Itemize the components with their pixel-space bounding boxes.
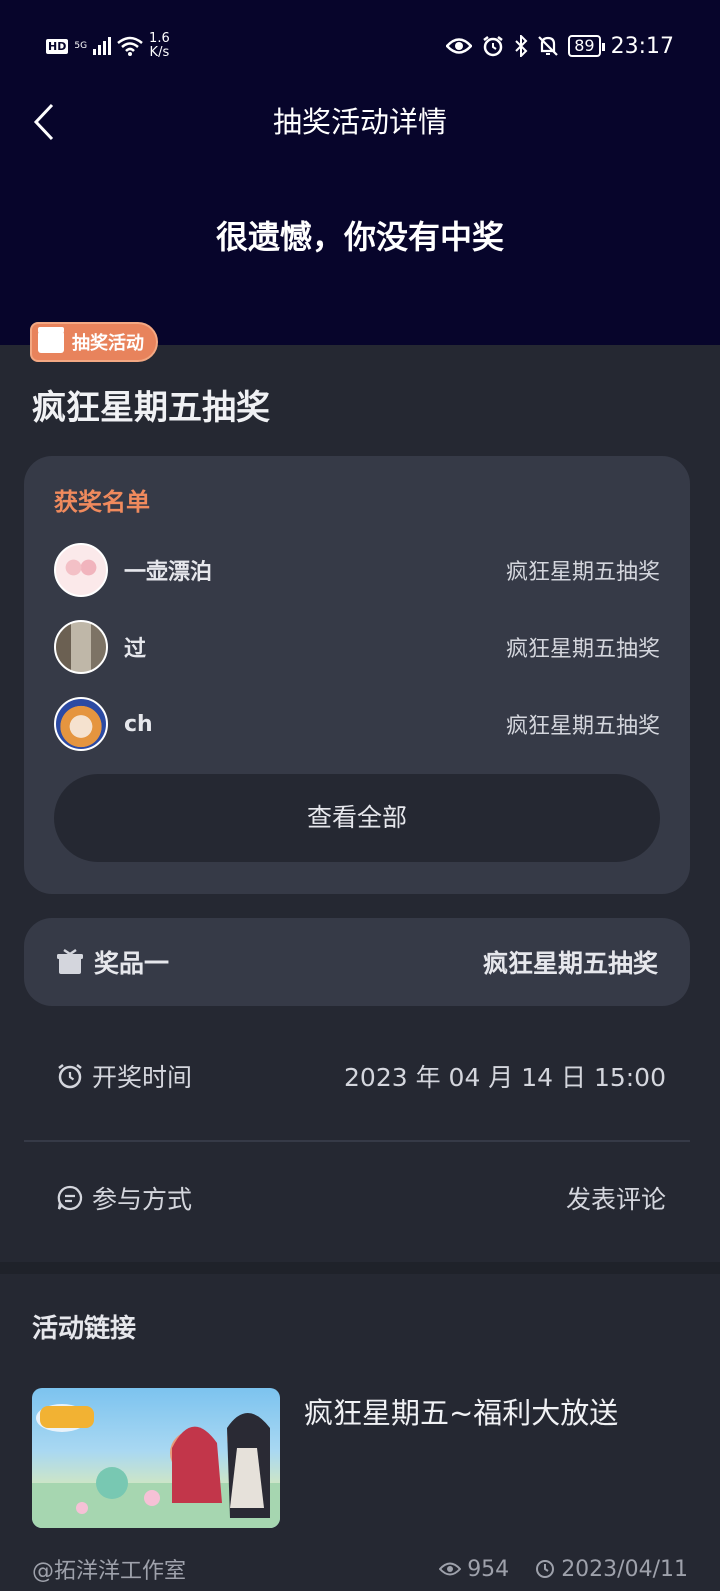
divider xyxy=(24,1140,690,1142)
winner-prize: 疯狂星期五抽奖 xyxy=(505,560,660,585)
game-art-image xyxy=(32,1404,280,1528)
alarm-icon xyxy=(483,36,503,57)
section-separator xyxy=(0,1262,720,1274)
winner-row[interactable]: ch 疯狂星期五抽奖 xyxy=(54,696,660,752)
participation-value: 发表评论 xyxy=(565,1185,666,1214)
view-all-button[interactable]: 查看全部 xyxy=(54,774,660,862)
views-count: 954 xyxy=(467,1556,510,1582)
activity-badge-label: 抽奖活动 xyxy=(72,333,144,354)
avatar[interactable] xyxy=(54,697,108,751)
network-speed: 1.6 K/s xyxy=(149,32,170,60)
views-stat: 954 xyxy=(439,1557,509,1582)
status-bar: HD 5G 1.6 K/s 89 23:17 xyxy=(0,28,720,64)
winners-heading: 获奖名单 xyxy=(54,488,150,516)
status-bar-right: 89 23:17 xyxy=(446,28,674,64)
status-bar-left: HD 5G 1.6 K/s xyxy=(46,28,170,64)
participation-label: 参与方式 xyxy=(92,1185,193,1214)
back-button[interactable] xyxy=(26,100,62,144)
gift-icon xyxy=(38,327,64,353)
wifi-icon xyxy=(117,36,143,56)
speed-value: 1.6 xyxy=(149,31,170,46)
activity-title: 疯狂星期五抽奖 xyxy=(32,388,270,428)
clock: 23:17 xyxy=(610,33,674,59)
post-date: 2023/04/11 xyxy=(561,1556,688,1582)
eye-icon xyxy=(439,1562,462,1576)
gift-icon xyxy=(57,948,83,974)
avatar[interactable] xyxy=(54,620,108,674)
battery-indicator: 89 xyxy=(568,35,606,57)
hd-indicator: HD xyxy=(46,38,69,54)
draw-time-label: 开奖时间 xyxy=(92,1063,193,1092)
mute-bell-icon xyxy=(538,36,559,56)
winner-prize: 疯狂星期五抽奖 xyxy=(505,714,660,739)
chevron-left-icon xyxy=(33,103,54,141)
result-message: 很遗憾，你没有中奖 xyxy=(215,218,504,256)
post-meta: @拓洋洋工作室 954 2023/04/11 xyxy=(32,1552,688,1586)
speed-unit: K/s xyxy=(149,45,170,60)
activity-badge: 抽奖活动 xyxy=(30,322,158,362)
bluetooth-icon xyxy=(515,35,528,57)
eye-icon xyxy=(446,38,473,54)
activity-link-heading: 活动链接 xyxy=(32,1314,137,1344)
winner-name: ch xyxy=(124,711,153,737)
winner-prize: 疯狂星期五抽奖 xyxy=(505,637,660,662)
signal-icon xyxy=(93,37,112,55)
prize-value: 疯狂星期五抽奖 xyxy=(482,949,658,978)
post-thumbnail[interactable] xyxy=(32,1388,280,1528)
header-band: HD 5G 1.6 K/s 89 23:17 抽奖活动详情 很遗憾，你没有中奖 xyxy=(0,0,720,345)
alarm-clock-icon xyxy=(58,1064,82,1089)
post-title-link[interactable]: 疯狂星期五~福利大放送 xyxy=(304,1390,694,1432)
page-title: 抽奖活动详情 xyxy=(272,105,447,139)
post-author[interactable]: @拓洋洋工作室 xyxy=(32,1553,413,1585)
participation-row: 参与方式 发表评论 xyxy=(56,1176,666,1220)
draw-time-value: 2023 年 04 月 14 日 15:00 xyxy=(344,1063,666,1092)
network-type: 5G xyxy=(74,41,87,51)
draw-time-row: 开奖时间 2023 年 04 月 14 日 15:00 xyxy=(56,1054,666,1098)
winner-row[interactable]: 一壶漂泊 疯狂星期五抽奖 xyxy=(54,542,660,598)
network-5g-label: 5G xyxy=(74,41,88,51)
winner-name: 过 xyxy=(124,637,147,662)
winner-row[interactable]: 过 疯狂星期五抽奖 xyxy=(54,619,660,675)
comment-icon xyxy=(57,1185,83,1211)
winners-card: 获奖名单 一壶漂泊 疯狂星期五抽奖 过 疯狂星期五抽奖 ch 疯狂星期五抽奖 查… xyxy=(24,456,690,894)
prize-card: 奖品一 疯狂星期五抽奖 xyxy=(24,918,690,1006)
date-stat: 2023/04/11 xyxy=(535,1557,688,1582)
clock-icon xyxy=(536,1560,555,1578)
avatar[interactable] xyxy=(54,543,108,597)
prize-label: 奖品一 xyxy=(94,949,170,978)
winner-name: 一壶漂泊 xyxy=(124,560,213,585)
